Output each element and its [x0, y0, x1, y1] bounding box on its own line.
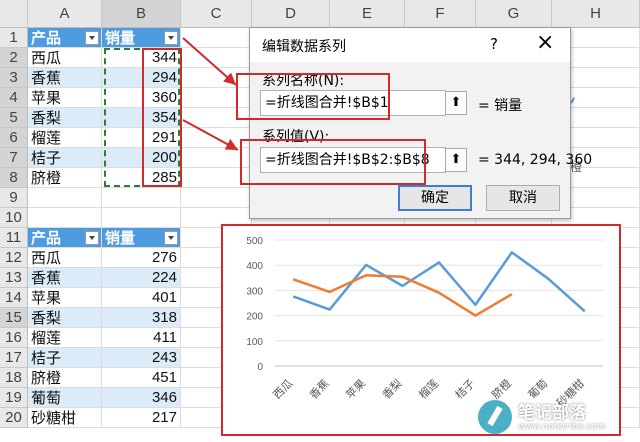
help-button[interactable]: ?	[490, 35, 498, 53]
series-values-highlight-box	[240, 139, 426, 185]
y-tick-label: 400	[246, 261, 263, 272]
watermark-name: 笔记部落	[518, 403, 586, 423]
y-tick-label: 500	[246, 236, 263, 247]
x-tick-label: 榴莲	[416, 376, 441, 401]
arrow-to-series-values	[182, 119, 239, 151]
y-tick-label: 100	[246, 337, 263, 348]
ok-button[interactable]: 确定	[398, 185, 472, 211]
x-tick-label: 桔子	[452, 376, 477, 401]
watermark-url: www.notetribe.com	[518, 422, 606, 432]
y-tick-label: 0	[257, 362, 263, 373]
series-line-0	[292, 251, 586, 313]
collapse-dialog-icon[interactable]: ⬆	[445, 91, 467, 115]
close-icon[interactable]: ×	[536, 30, 554, 55]
collapse-dialog-icon[interactable]: ⬆	[445, 148, 467, 172]
dialog-title: 编辑数据系列	[262, 39, 346, 55]
x-tick-label: 西瓜	[271, 377, 296, 402]
x-tick-label: 香梨	[379, 376, 404, 401]
x-tick-label: 苹果	[343, 376, 368, 401]
series-values-preview: = 344, 294, 360	[478, 152, 593, 168]
arrow-to-series-name	[182, 37, 237, 86]
y-tick-label: 200	[246, 312, 263, 323]
y-tick-label: 300	[246, 286, 263, 297]
edit-series-dialog: 编辑数据系列 ? × 系列名称(N): =折线图合并!$B$1 ⬆ = 销量 系…	[249, 27, 592, 219]
watermark: 笔记部落 www.notetribe.com	[478, 398, 618, 438]
series-name-highlight-box	[236, 73, 390, 120]
dialog-titlebar[interactable]: 编辑数据系列 ? ×	[250, 28, 570, 62]
series-name-preview: = 销量	[478, 98, 523, 114]
cancel-button[interactable]: 取消	[486, 185, 560, 211]
x-tick-label: 香蕉	[307, 377, 332, 402]
